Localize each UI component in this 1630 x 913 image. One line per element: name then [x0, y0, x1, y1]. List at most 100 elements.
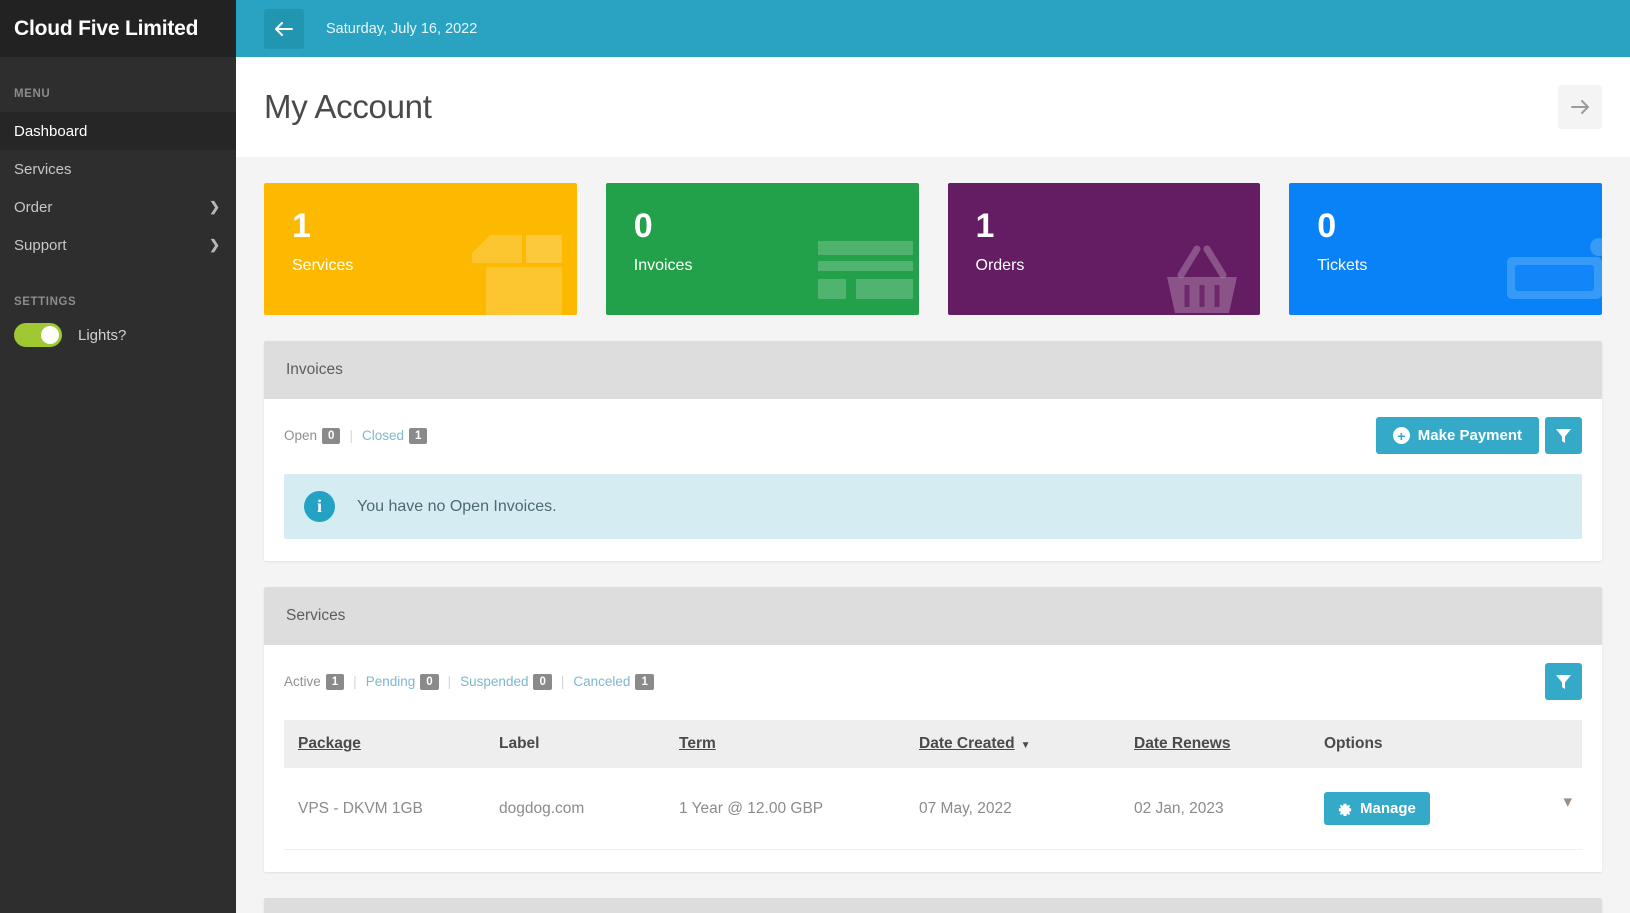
- tab-services-pending[interactable]: Pending 0: [365, 673, 439, 690]
- services-panel-title: Services: [264, 587, 1602, 645]
- sidebar-item-label: Services: [14, 160, 72, 178]
- tab-label: Active: [284, 673, 321, 689]
- column-header-label: Label: [499, 720, 679, 768]
- credit-card-icon: [817, 241, 913, 299]
- tab-invoices-open[interactable]: Open 0: [284, 427, 341, 444]
- toggle-knob: [41, 326, 59, 344]
- info-icon: i: [304, 491, 335, 522]
- invoices-filter-button[interactable]: [1545, 417, 1582, 454]
- sidebar-item-label: Support: [14, 236, 67, 254]
- lights-toggle[interactable]: [14, 323, 62, 347]
- tab-invoices-closed[interactable]: Closed 1: [361, 427, 428, 444]
- services-filter-button[interactable]: [1545, 663, 1582, 700]
- tab-label: Suspended: [460, 673, 529, 689]
- sidebar-section-settings: SETTINGS: [14, 296, 77, 308]
- services-table-body: VPS - DKVM 1GB dogdog.com 1 Year @ 12.00…: [284, 768, 1582, 850]
- sidebar-item-order[interactable]: Order ❯: [0, 188, 236, 226]
- chevron-down-icon[interactable]: ▾: [1563, 792, 1572, 812]
- cell-date-renews: 02 Jan, 2023: [1134, 768, 1324, 850]
- tab-count-badge: 1: [635, 673, 654, 690]
- column-label: Date Renews: [1134, 735, 1231, 752]
- tab-separator: |: [560, 674, 565, 689]
- tab-separator: |: [353, 674, 357, 689]
- cell-package: VPS - DKVM 1GB: [284, 768, 499, 850]
- invoices-actions: + Make Payment: [1375, 417, 1582, 454]
- cell-date-created: 07 May, 2022: [919, 768, 1134, 850]
- column-label: Options: [1324, 735, 1383, 752]
- chevron-right-icon: ❯: [209, 237, 220, 252]
- tab-count-badge: 1: [325, 673, 345, 690]
- lights-toggle-label: Lights?: [78, 326, 127, 344]
- sidebar-item-dashboard[interactable]: Dashboard: [0, 112, 236, 150]
- table-row[interactable]: VPS - DKVM 1GB dogdog.com 1 Year @ 12.00…: [284, 768, 1582, 850]
- ticket-icon: [1507, 238, 1602, 299]
- column-label: Label: [499, 735, 540, 752]
- gear-icon: [1338, 803, 1352, 816]
- invoices-empty-alert: i You have no Open Invoices.: [284, 474, 1582, 539]
- back-button[interactable]: [264, 8, 304, 49]
- lights-toggle-row[interactable]: Lights?: [0, 320, 236, 350]
- services-table: Package Label Term Date Created ▼ Date Re…: [284, 720, 1582, 850]
- manage-label: Manage: [1360, 800, 1416, 817]
- tab-label: Open: [284, 427, 318, 443]
- stat-card-orders[interactable]: 1 Orders: [947, 183, 1261, 315]
- make-payment-button[interactable]: + Make Payment: [1375, 417, 1539, 454]
- app-root: Cloud Five Limited MENU Dashboard Servic…: [0, 0, 1630, 913]
- page-title: My Account: [264, 88, 432, 125]
- basket-icon: [1167, 245, 1238, 313]
- stat-card-services[interactable]: 1 Services: [264, 183, 577, 315]
- stat-cards: 1 Services 0 Invoices 1 Orders 0 Tickets: [264, 157, 1602, 315]
- invoices-empty-message: You have no Open Invoices.: [357, 497, 557, 515]
- make-payment-label: Make Payment: [1417, 427, 1522, 444]
- sidebar-item-label: Order: [14, 198, 53, 216]
- services-panel-body: Active 1 | Pending 0 | Suspended 0 | Cancel…: [264, 645, 1602, 872]
- transactions-panel-title: Transactions: [264, 898, 1602, 913]
- column-label: Term: [679, 735, 716, 752]
- current-date: Saturday, July 16, 2022: [326, 20, 478, 37]
- tab-label: Pending: [365, 673, 416, 689]
- transactions-panel: Transactions: [264, 898, 1602, 913]
- plus-circle-icon: +: [1392, 427, 1410, 444]
- tab-count-badge: 0: [420, 673, 439, 690]
- services-table-head: Package Label Term Date Created ▼ Date Re…: [284, 720, 1582, 768]
- cell-options: Manage ▾: [1324, 768, 1582, 850]
- cell-label: dogdog.com: [499, 768, 679, 850]
- column-header-package[interactable]: Package: [284, 720, 499, 768]
- tab-services-canceled[interactable]: Canceled 1: [573, 673, 654, 690]
- column-label: Date Created: [919, 735, 1015, 752]
- tab-services-suspended[interactable]: Suspended 0: [460, 673, 552, 690]
- content: 1 Services 0 Invoices 1 Orders 0 Tickets…: [236, 157, 1630, 913]
- column-label: Package: [298, 735, 361, 752]
- brand-title: Cloud Five Limited: [0, 0, 236, 57]
- stat-card-invoices[interactable]: 0 Invoices: [605, 183, 919, 315]
- column-header-date-created[interactable]: Date Created ▼: [919, 720, 1134, 768]
- services-actions: [1545, 663, 1582, 700]
- invoices-panel-body: Open 0 | Closed 1 + Make Payment i You h…: [264, 399, 1602, 561]
- tab-label: Canceled: [573, 673, 631, 689]
- services-filterbar: Active 1 | Pending 0 | Suspended 0 | Cancel…: [284, 663, 1582, 700]
- chevron-right-icon: ❯: [209, 199, 220, 214]
- column-header-date-renews[interactable]: Date Renews: [1134, 720, 1324, 768]
- sidebar-item-services[interactable]: Services: [0, 150, 236, 188]
- funnel-icon: [1556, 428, 1571, 443]
- tab-count-badge: 0: [322, 427, 341, 444]
- main-area: Saturday, July 16, 2022 My Account 1 Ser…: [236, 0, 1630, 913]
- forward-button[interactable]: [1558, 85, 1602, 129]
- page-header: My Account: [236, 57, 1630, 157]
- column-header-term[interactable]: Term: [679, 720, 919, 768]
- sidebar-item-support[interactable]: Support ❯: [0, 226, 236, 264]
- tab-label: Closed: [361, 427, 404, 443]
- stat-card-tickets[interactable]: 0 Tickets: [1289, 183, 1602, 315]
- column-header-options: Options: [1324, 720, 1582, 768]
- tab-services-active[interactable]: Active 1: [284, 673, 345, 690]
- invoices-panel-title: Invoices: [264, 341, 1602, 399]
- invoices-panel: Invoices Open 0 | Closed 1 + Make Payment: [264, 341, 1602, 561]
- services-status-tabs: Active 1 | Pending 0 | Suspended 0 | Cancel…: [284, 673, 654, 690]
- invoices-status-tabs: Open 0 | Closed 1: [284, 427, 428, 444]
- manage-button[interactable]: Manage: [1324, 792, 1430, 825]
- sidebar-item-label: Dashboard: [14, 122, 88, 140]
- caret-down-icon: ▼: [1020, 740, 1031, 751]
- cell-term: 1 Year @ 12.00 GBP: [679, 768, 919, 850]
- tab-separator: |: [447, 674, 452, 689]
- tab-count-badge: 1: [408, 427, 428, 444]
